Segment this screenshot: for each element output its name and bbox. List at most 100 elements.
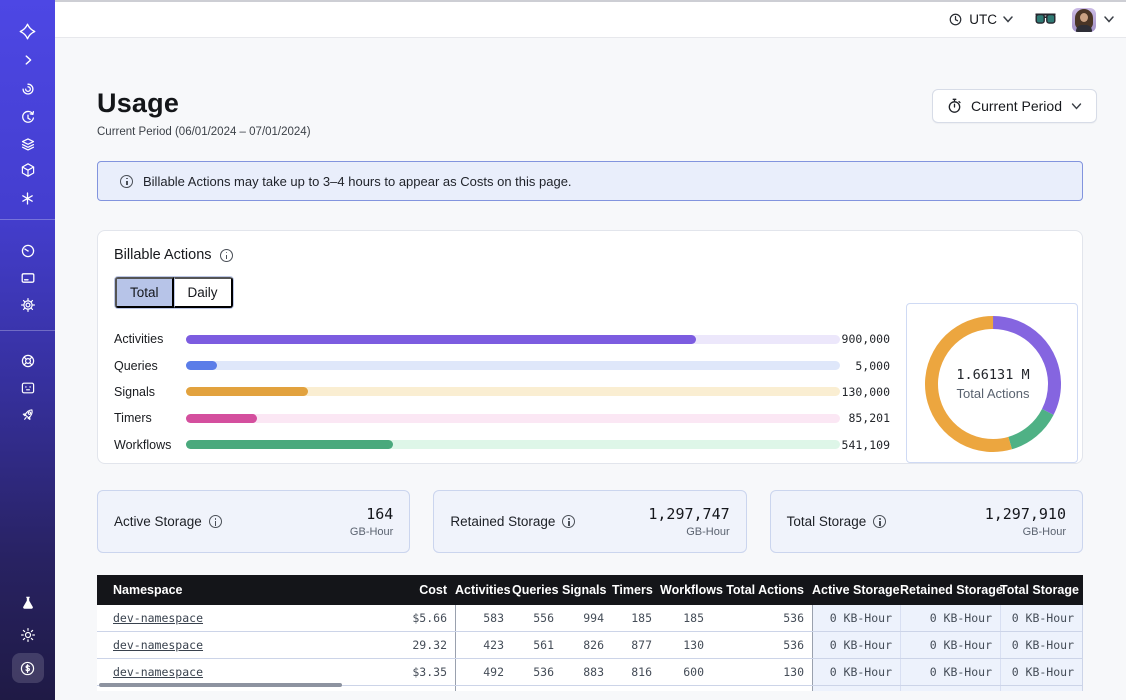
namespace-link[interactable]: dev-namespace [113, 638, 203, 652]
billable-actions-title: Billable Actions [114, 247, 212, 263]
total-actions-donut-panel: 1.66131 M Total Actions [906, 303, 1078, 463]
cell-total-actions: 536 [712, 611, 812, 625]
cell-queries: 561 [512, 638, 562, 652]
col-header-activities: Activities [455, 583, 512, 597]
retained-storage-card: Retained Storage 1,297,747GB-Hour [433, 490, 746, 553]
glasses-icon[interactable] [1035, 13, 1056, 26]
chevron-down-icon[interactable] [1104, 16, 1114, 23]
cell-total-storage: 0 KB-Hour [1000, 659, 1083, 685]
cell-total-actions: 536 [712, 638, 812, 652]
feedback-terminal-icon[interactable] [0, 379, 55, 397]
total-storage-card: Total Storage 1,297,910 GB-Hour [770, 490, 1083, 553]
clock-icon [948, 12, 963, 27]
info-banner: Billable Actions may take up to 3–4 hour… [97, 161, 1083, 201]
chevron-down-icon [1003, 16, 1013, 23]
info-icon[interactable] [209, 515, 222, 528]
sun-icon[interactable] [0, 626, 55, 644]
billable-bar-chart: Activities 900,000 Queries 5,000 Signals [114, 326, 890, 458]
spiral-icon[interactable] [0, 80, 55, 98]
col-header-signals: Signals [562, 583, 612, 597]
bar-row: Timers 85,201 [114, 405, 890, 431]
sidebar-divider [0, 330, 55, 331]
bar-label: Queries [114, 359, 186, 373]
total-storage-label: Total Storage [787, 514, 867, 529]
cell-retained-storage: 0 KB-Hour [900, 605, 1000, 631]
tab-daily[interactable]: Daily [174, 277, 233, 308]
bar-value: 900,000 [840, 332, 890, 346]
bar-track [186, 335, 840, 344]
billing-card-icon[interactable] [0, 269, 55, 287]
sidebar [0, 0, 55, 700]
donut-caption: Total Actions [957, 386, 1030, 401]
dollar-coin-icon[interactable] [0, 659, 55, 677]
cell-retained-storage: 0 KB-Hour [900, 659, 1000, 685]
namespace-usage-table: Namespace Cost Activities Queries Signal… [97, 575, 1083, 691]
cell-active-storage: 0 KB-Hour [812, 632, 900, 658]
namespace-link[interactable]: dev-namespace [113, 665, 203, 679]
cell-active-storage: 0 KB-Hour [812, 659, 900, 685]
cell-activities: 492 [455, 659, 512, 685]
lifebuoy-icon[interactable] [0, 352, 55, 370]
total-storage-unit: GB-Hour [985, 526, 1066, 538]
info-icon[interactable] [562, 515, 575, 528]
bar-row: Activities 900,000 [114, 326, 890, 352]
gear-icon[interactable] [0, 296, 55, 314]
asterisk-icon[interactable] [0, 189, 55, 207]
table-row: dev-namespace $5.66 583 556 994 185 185 … [97, 605, 1083, 632]
cell-activities: 583 [455, 605, 512, 631]
info-icon [120, 175, 133, 188]
horizontal-scrollbar-thumb[interactable] [99, 683, 342, 687]
cell-cost: $5.66 [357, 611, 455, 625]
rocket-icon[interactable] [0, 406, 55, 424]
chevron-down-icon [1071, 103, 1082, 110]
bar-value: 5,000 [840, 359, 890, 373]
cell-cost: $3.35 [357, 665, 455, 679]
bar-label: Timers [114, 411, 186, 425]
cell-signals: 883 [562, 665, 612, 679]
history-clock-icon[interactable] [0, 109, 55, 127]
user-avatar[interactable] [1072, 8, 1096, 32]
top-bar: UTC [55, 2, 1126, 38]
tab-total[interactable]: Total [115, 277, 174, 308]
period-dropdown-button[interactable]: Current Period [932, 89, 1097, 123]
cell-workflows: 130 [660, 638, 712, 652]
page-title: Usage [97, 88, 179, 119]
cell-signals: 826 [562, 638, 612, 652]
timezone-selector[interactable]: UTC [948, 12, 1013, 27]
sidebar-divider [0, 219, 55, 220]
info-icon[interactable] [873, 515, 886, 528]
table-header-row: Namespace Cost Activities Queries Signal… [97, 575, 1083, 605]
cell-activities: 423 [455, 632, 512, 658]
active-storage-label: Active Storage [114, 514, 202, 529]
bar-fill [186, 414, 257, 423]
cell-active-storage: 0 KB-Hour [812, 605, 900, 631]
cell-retained-storage: 0 KB-Hour [900, 632, 1000, 658]
bar-fill [186, 335, 696, 344]
col-header-workflows: Workflows [660, 583, 712, 597]
active-nav-highlight [12, 653, 44, 683]
gauge-icon[interactable] [0, 242, 55, 260]
layers-icon[interactable] [0, 135, 55, 153]
cell-workflows: 185 [660, 611, 712, 625]
col-header-namespace: Namespace [97, 583, 357, 597]
bar-track [186, 414, 840, 423]
cube-icon[interactable] [0, 161, 55, 179]
bar-row: Signals 130,000 [114, 379, 890, 405]
cell-timers: 816 [612, 665, 660, 679]
total-storage-value: 1,297,910 [985, 505, 1066, 523]
donut-total-value: 1.66131 M [956, 367, 1029, 383]
flask-icon[interactable] [0, 594, 55, 612]
info-icon[interactable] [220, 249, 233, 262]
collapse-chevron-right-icon[interactable] [0, 51, 55, 69]
bar-label: Activities [114, 332, 186, 346]
cell-total-storage: 0 KB-Hour [1000, 605, 1083, 631]
table-row: dev-namespace 29.32 423 561 826 877 130 … [97, 632, 1083, 659]
namespace-link[interactable]: dev-namespace [113, 611, 203, 625]
temporal-logo-icon[interactable] [0, 22, 55, 40]
info-banner-text: Billable Actions may take up to 3–4 hour… [143, 174, 572, 189]
col-header-cost: Cost [357, 583, 455, 597]
col-header-active-storage: Active Storage [812, 583, 900, 597]
col-header-retained-storage: Retained Storage [900, 583, 1000, 597]
cell-total-actions: 130 [712, 665, 812, 679]
bar-value: 85,201 [840, 411, 890, 425]
